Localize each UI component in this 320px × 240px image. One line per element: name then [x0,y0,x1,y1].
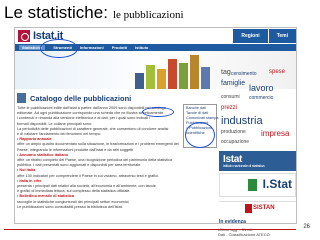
nav-prodotti[interactable]: Prodotti [112,45,127,50]
tag-famiglie[interactable]: famiglie [221,80,245,87]
istat-banner-subtitle: Istituto nazionale di statistica [223,163,265,168]
document-header: Catalogo delle pubblicazioni [17,92,181,104]
header-nav: Regioni Temi [232,29,296,43]
tag-occupazione[interactable]: occupazione [221,139,249,145]
banner-bar [201,67,210,89]
document-body: Tutte le pubblicazioni edite dall'Istat … [17,106,181,210]
tag-lavoro[interactable]: lavoro [249,83,274,93]
document-line: offre un ampio quadro documentato sulla … [17,142,179,147]
tag-censimento[interactable]: censimento [231,71,257,77]
tag-cloud: tag censimento spese famiglie lavoro consumi c… [219,67,296,147]
slide-rule [4,229,296,230]
tab-regioni[interactable]: Regioni [232,29,268,43]
banner-bar [179,63,188,89]
tag-prezzi[interactable]: prezzi [221,105,237,111]
in-evidenza-heading: In evidenza [219,219,246,224]
banner-bar [190,55,199,89]
evidenza-line[interactable]: Dati - Classificazione ATECO [218,232,270,238]
banner-bar [157,69,166,89]
banner-bar [146,65,155,89]
highlight-circle-catalog-link [142,107,174,117]
tag-commercio[interactable]: commercio [249,95,273,101]
slide-title-main: Le statistiche: [4,3,108,22]
document-line: Le pubblicazioni sono consultabili press… [17,204,123,209]
banner-bar [168,59,177,89]
istat-data-box[interactable]: I.Stat [219,173,296,197]
right-column: tag censimento spese famiglie lavoro consumi c… [219,51,296,223]
nav-informazioni[interactable]: Informazioni [80,45,104,50]
highlight-circle-nav [40,39,78,58]
website-screenshot: Istat.it Regioni Temi Statistiche Strume… [14,27,297,224]
slide-title: Le statistiche: le pubblicazioni [4,3,184,29]
istat-data-icon [248,179,257,191]
tag-produzione[interactable]: produzione [221,129,246,135]
sistan-icon [245,204,252,213]
banner-bar [135,73,144,89]
document-line: offre 100 indicatori per comprendere il … [17,173,159,178]
page-number: 26 [303,224,310,230]
sistan-label: SISTAN [253,205,275,211]
nav-istituto[interactable]: Istituto [135,45,148,50]
document-title: Catalogo delle pubblicazioni [30,93,132,103]
slide-title-sub: le pubblicazioni [112,9,184,21]
sistan-box[interactable]: SISTAN [219,201,296,215]
istat-data-logo: I.Stat [262,177,292,191]
tab-temi[interactable]: Temi [267,29,296,43]
tag-spese[interactable]: spese [269,69,285,75]
document-icon [17,93,26,103]
highlight-circle-publications [185,122,215,148]
istat-banner[interactable]: Istat Istituto nazionale di statistica [219,151,296,171]
istat-logo-icon [18,30,30,42]
tag-consumi[interactable]: consumi [221,94,240,100]
tag-industria[interactable]: industria [221,115,263,127]
tag-tag[interactable]: tag [221,69,231,76]
tag-impresa[interactable]: impresa [261,129,289,138]
